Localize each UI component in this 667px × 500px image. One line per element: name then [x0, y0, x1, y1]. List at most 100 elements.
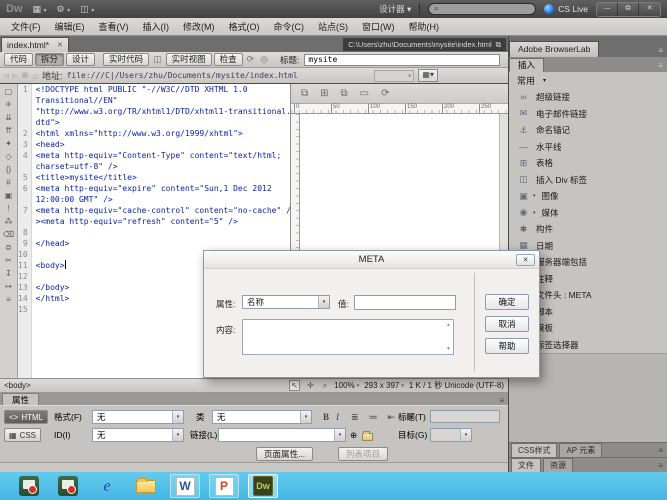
menu-item-9[interactable]: 帮助(H)	[402, 18, 447, 35]
address-url[interactable]: file:///C|/Users/zhu/Documents/mysite/in…	[67, 71, 298, 80]
validate-combo[interactable]: ▾	[374, 70, 414, 82]
balance-braces-icon[interactable]: {}	[6, 165, 11, 174]
expand-all-icon[interactable]: ✦	[5, 139, 12, 148]
insert-item-hyperlink[interactable]: ∞超级链接	[509, 89, 667, 106]
insert-item-table[interactable]: ⊞表格	[509, 155, 667, 172]
tab-close-icon[interactable]: ✕	[57, 41, 63, 49]
zoom-level-select[interactable]: 100%▾	[334, 381, 359, 390]
move-css-icon[interactable]: ↧	[5, 269, 12, 278]
page-properties-button[interactable]: 页面属性...	[256, 447, 313, 461]
format-source-icon[interactable]: ≡	[6, 295, 11, 304]
id-select[interactable]: 无▾	[92, 428, 184, 442]
tab-css-styles[interactable]: CSS样式	[511, 443, 557, 457]
insert-panel-menu-icon[interactable]: ≡	[658, 61, 667, 72]
insert-item-horizontal-rule[interactable]: —水平线	[509, 139, 667, 156]
back-icon[interactable]: ◃	[4, 70, 9, 81]
ordered-list-icon[interactable]: ≔	[366, 411, 381, 424]
select-tool-icon[interactable]: ↖	[289, 380, 300, 391]
indent-code-icon[interactable]: ↦	[5, 282, 12, 291]
code-line[interactable]: dtd">	[36, 117, 290, 128]
hand-tool-icon[interactable]: ✛	[305, 380, 316, 391]
taskbar-powerpoint[interactable]: P	[209, 474, 239, 498]
restore-doc-icon[interactable]: ⧉	[496, 40, 501, 50]
remove-comment-icon[interactable]: ⌫	[3, 230, 14, 239]
window-size-icon[interactable]: ▭	[360, 88, 369, 99]
insert-category-select[interactable]: 常用▾	[509, 72, 667, 89]
unordered-list-icon[interactable]: ≣	[348, 411, 362, 424]
taskbar-reader-app-1[interactable]	[14, 474, 44, 498]
code-line[interactable]: <html xmlns="http://www.w3.org/1999/xhtm…	[36, 128, 290, 139]
tab-insert[interactable]: 插入	[509, 58, 544, 72]
insert-item-named-anchor[interactable]: ⚓命名锚记	[509, 122, 667, 139]
forward-icon[interactable]: ▹	[13, 70, 18, 81]
value-input[interactable]	[354, 295, 456, 310]
refresh-design-icon[interactable]: ⟳	[381, 88, 389, 99]
code-line[interactable]: <!DOCTYPE html PUBLIC "-//W3C//DTD XHTML…	[36, 84, 290, 95]
files-panel-menu-icon[interactable]: ≡	[658, 461, 667, 472]
help-button[interactable]: 帮助	[485, 338, 529, 354]
title-attr-input[interactable]	[430, 410, 500, 423]
stop-icon[interactable]: ⊗	[21, 70, 29, 81]
open-documents-icon[interactable]: ▢	[5, 87, 13, 96]
attribute-select[interactable]: 名称▾	[242, 295, 330, 309]
design-view-button[interactable]: 设计	[66, 53, 95, 66]
tab-properties[interactable]: 属性	[2, 393, 39, 405]
line-numbers-icon[interactable]: #	[6, 178, 10, 187]
point-to-file-icon[interactable]: ⊕	[350, 428, 357, 442]
format-select[interactable]: 无▾	[92, 410, 184, 424]
extensions-gear-icon[interactable]: ⚙ ▾	[57, 4, 71, 15]
css-mode-button[interactable]: ▦CSS	[4, 428, 41, 442]
content-textarea[interactable]: ▲▼	[242, 319, 454, 355]
browserlab-panel-menu-icon[interactable]: ≡	[658, 46, 667, 57]
tab-index-html[interactable]: index.html* ✕	[1, 37, 69, 52]
taskbar-dreamweaver[interactable]: Dw	[248, 474, 278, 498]
bold-button[interactable]: B	[320, 410, 332, 424]
menu-item-4[interactable]: 修改(M)	[176, 18, 222, 35]
meta-dialog-title-bar[interactable]: META ✕	[204, 251, 539, 269]
zoom-tool-icon[interactable]: ⌕	[321, 380, 329, 392]
syntax-error-alerts-icon[interactable]: !	[7, 204, 9, 213]
code-line[interactable]	[36, 227, 290, 238]
collapse-selection-icon[interactable]: ⇈	[5, 126, 12, 135]
live-view-button[interactable]: 实时视图	[166, 53, 212, 66]
tab-ap-elements[interactable]: AP 元素	[559, 443, 602, 457]
tab-assets[interactable]: 资源	[543, 458, 573, 472]
menu-item-0[interactable]: 文件(F)	[4, 18, 48, 35]
insert-item-email-link[interactable]: ✉电子邮件链接	[509, 106, 667, 123]
menu-item-2[interactable]: 查看(V)	[92, 18, 136, 35]
menu-item-1[interactable]: 编辑(E)	[48, 18, 92, 35]
code-line[interactable]: charset=utf-8" />	[36, 161, 290, 172]
highlight-invalid-code-icon[interactable]: ▣	[5, 191, 13, 200]
preview-eye-icon[interactable]: ◎	[258, 54, 270, 65]
taskbar-internet-explorer[interactable]: e	[92, 474, 122, 498]
menu-item-7[interactable]: 站点(S)	[311, 18, 355, 35]
code-line[interactable]: <meta http-equiv="expire" content="Sun,1…	[36, 183, 290, 194]
code-line[interactable]: </head>	[36, 238, 290, 249]
dialog-close-button[interactable]: ✕	[516, 254, 535, 266]
tab-files[interactable]: 文件	[511, 458, 541, 472]
close-button[interactable]: ✕	[639, 3, 660, 16]
split-view-button[interactable]: 拆分	[35, 53, 64, 66]
inspect-button[interactable]: 检查	[214, 53, 243, 66]
ok-button[interactable]: 确定	[485, 294, 529, 310]
multiscreen-preview-icon[interactable]: ⧉	[301, 88, 308, 99]
collapse-full-tag-icon[interactable]: ⇊	[5, 113, 12, 122]
link-select[interactable]: ▾	[218, 428, 346, 442]
code-line[interactable]: 12:00:00 GMT" />	[36, 194, 290, 205]
code-line[interactable]: Transitional//EN"	[36, 95, 290, 106]
taskbar-word[interactable]: W	[170, 474, 200, 498]
italic-button[interactable]: I	[333, 410, 342, 424]
menu-item-5[interactable]: 格式(O)	[222, 18, 267, 35]
insert-item-insert-div[interactable]: ◫插入 Div 标签	[509, 172, 667, 189]
menu-item-3[interactable]: 插入(I)	[136, 18, 177, 35]
class-select[interactable]: 无▾	[212, 410, 312, 424]
code-line[interactable]: ><meta http-equiv="refresh" content="5" …	[36, 216, 290, 227]
code-line[interactable]: <meta http-equiv="Content-Type" content=…	[36, 150, 290, 161]
workspace-switcher[interactable]: 设计器 ▾	[379, 3, 420, 15]
new-preview-icon[interactable]: ⊞	[320, 88, 328, 99]
apply-comment-icon[interactable]: ⁂	[5, 217, 13, 226]
search-input[interactable]: ⌕	[428, 3, 536, 15]
taskbar-file-explorer[interactable]	[131, 474, 161, 498]
menu-item-6[interactable]: 命令(C)	[267, 18, 312, 35]
code-view-button[interactable]: 代码	[4, 53, 33, 66]
